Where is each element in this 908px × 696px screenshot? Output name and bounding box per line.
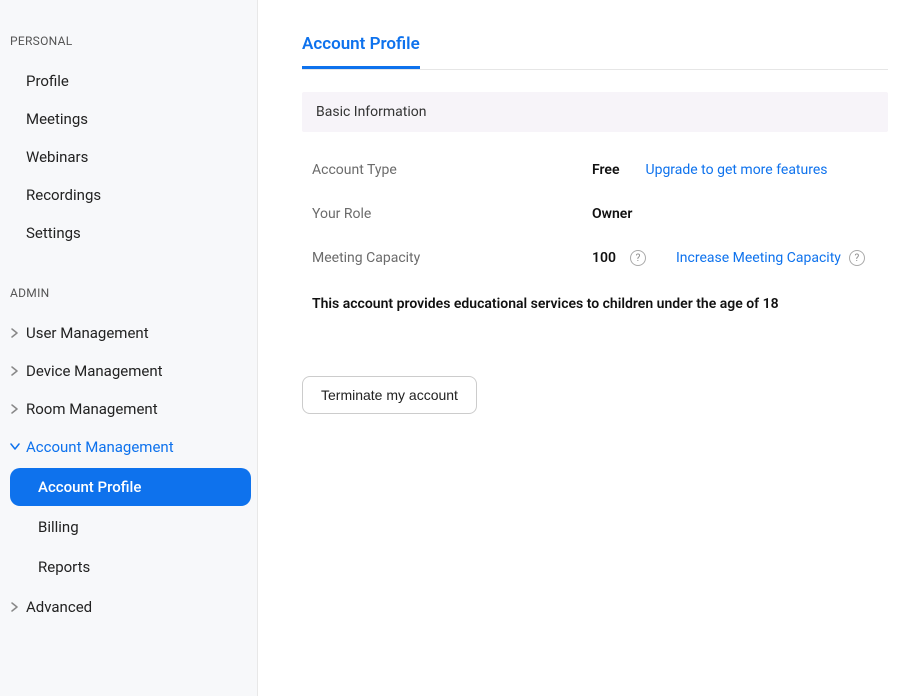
chevron-right-icon bbox=[8, 366, 22, 376]
sidebar-subitem-account-profile[interactable]: Account Profile bbox=[10, 468, 251, 506]
button-label: Terminate my account bbox=[321, 387, 458, 403]
educational-notice: This account provides educational servic… bbox=[302, 284, 888, 324]
chevron-down-icon bbox=[8, 443, 22, 451]
sidebar-subitem-billing[interactable]: Billing bbox=[10, 508, 251, 546]
sidebar-subitems-account-management: Account Profile Billing Reports bbox=[0, 468, 257, 586]
sidebar-item-label: Profile bbox=[26, 72, 69, 90]
sidebar-group-device-management[interactable]: Device Management bbox=[0, 352, 257, 390]
sidebar: PERSONAL Profile Meetings Webinars Recor… bbox=[0, 0, 258, 696]
sidebar-subitem-label: Billing bbox=[38, 518, 79, 536]
help-icon[interactable]: ? bbox=[849, 250, 865, 266]
sidebar-group-advanced[interactable]: Advanced bbox=[0, 588, 257, 626]
sidebar-group-label: User Management bbox=[26, 324, 149, 342]
sidebar-group-label: Device Management bbox=[26, 362, 163, 380]
sidebar-group-account-management[interactable]: Account Management bbox=[0, 428, 257, 466]
sidebar-item-meetings[interactable]: Meetings bbox=[0, 100, 257, 138]
row-your-role: Your Role Owner bbox=[302, 192, 888, 236]
sidebar-subitem-label: Account Profile bbox=[38, 478, 141, 496]
row-meeting-capacity: Meeting Capacity 100 ? Increase Meeting … bbox=[302, 236, 888, 280]
sidebar-item-label: Recordings bbox=[26, 186, 101, 204]
tabs: Account Profile bbox=[302, 28, 888, 70]
sidebar-item-settings[interactable]: Settings bbox=[0, 214, 257, 252]
upgrade-link[interactable]: Upgrade to get more features bbox=[646, 162, 828, 178]
row-label: Meeting Capacity bbox=[312, 250, 592, 266]
row-account-type: Account Type Free Upgrade to get more fe… bbox=[302, 148, 888, 192]
sidebar-subitem-reports[interactable]: Reports bbox=[10, 548, 251, 586]
chevron-right-icon bbox=[8, 328, 22, 338]
sidebar-item-label: Settings bbox=[26, 224, 81, 242]
tab-account-profile[interactable]: Account Profile bbox=[302, 28, 420, 69]
sidebar-group-label: Room Management bbox=[26, 400, 158, 418]
tab-label: Account Profile bbox=[302, 34, 420, 54]
increase-capacity-link[interactable]: Increase Meeting Capacity bbox=[676, 250, 841, 266]
sidebar-item-label: Webinars bbox=[26, 148, 88, 166]
sidebar-item-label: Meetings bbox=[26, 110, 88, 128]
sidebar-subitem-label: Reports bbox=[38, 558, 90, 576]
sidebar-group-label: Advanced bbox=[26, 598, 92, 616]
panel-header-basic-information: Basic Information bbox=[302, 92, 888, 132]
sidebar-item-webinars[interactable]: Webinars bbox=[0, 138, 257, 176]
sidebar-group-label: Account Management bbox=[26, 438, 174, 456]
help-icon[interactable]: ? bbox=[630, 250, 646, 266]
sidebar-group-room-management[interactable]: Room Management bbox=[0, 390, 257, 428]
terminate-account-button[interactable]: Terminate my account bbox=[302, 376, 477, 414]
row-label: Account Type bbox=[312, 162, 592, 178]
sidebar-group-user-management[interactable]: User Management bbox=[0, 314, 257, 352]
sidebar-item-profile[interactable]: Profile bbox=[0, 62, 257, 100]
sidebar-item-recordings[interactable]: Recordings bbox=[0, 176, 257, 214]
chevron-right-icon bbox=[8, 602, 22, 612]
main-content: Account Profile Basic Information Accoun… bbox=[258, 0, 908, 696]
sidebar-section-personal: PERSONAL bbox=[0, 28, 257, 54]
account-type-value: Free bbox=[592, 162, 620, 178]
role-value: Owner bbox=[592, 206, 632, 222]
capacity-value: 100 bbox=[592, 250, 616, 266]
sidebar-section-admin: ADMIN bbox=[0, 280, 257, 306]
chevron-right-icon bbox=[8, 404, 22, 414]
row-label: Your Role bbox=[312, 206, 592, 222]
